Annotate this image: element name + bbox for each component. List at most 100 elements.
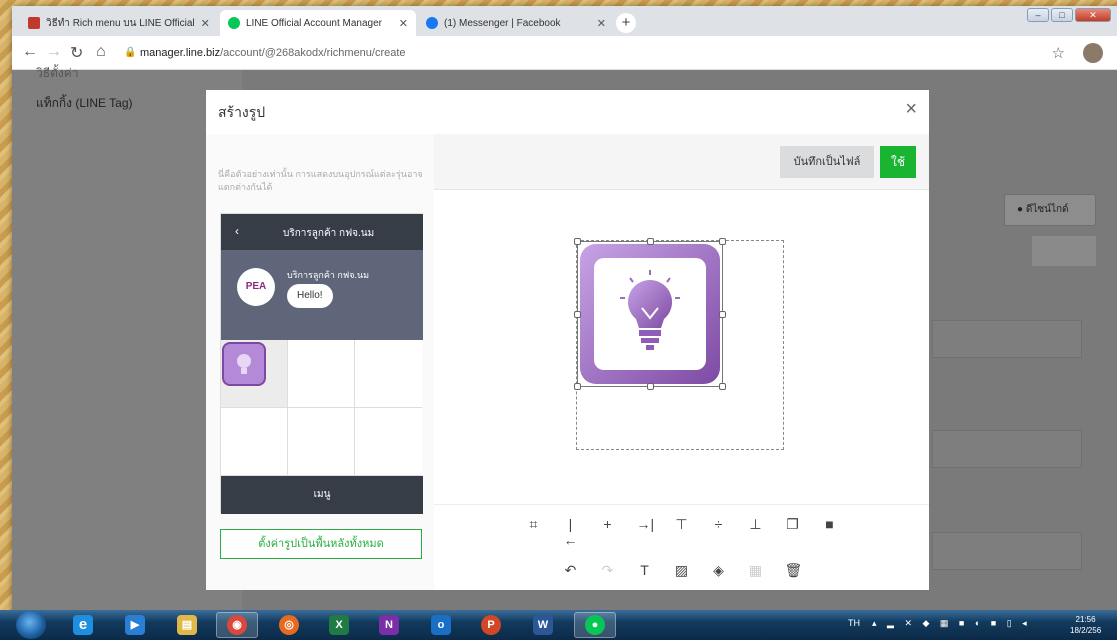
outlook-icon[interactable]: o — [420, 612, 462, 638]
page-dropdown[interactable] — [932, 430, 1082, 468]
bring-forward-icon[interactable]: ❐ — [785, 516, 801, 548]
avatar[interactable] — [1083, 43, 1103, 63]
resize-handle[interactable] — [574, 383, 581, 390]
grid-cell[interactable] — [288, 408, 355, 476]
sidebar-item-settings[interactable]: วิธีตั้งค่า — [36, 64, 78, 83]
start-button[interactable] — [16, 611, 46, 639]
line-app-icon[interactable]: ● — [574, 612, 616, 638]
forward-arrow-icon[interactable]: → — [46, 43, 62, 61]
clock[interactable]: 21:56 18/2/256 — [1070, 614, 1101, 636]
chat-bubble: Hello! — [287, 284, 333, 308]
resize-handle[interactable] — [574, 238, 581, 245]
close-icon[interactable]: ✕ — [597, 17, 606, 30]
system-tray-icons[interactable]: ▴ ▂ ✕ ◆ ▦ ■ ◐ ■ ▯ ◂ — [872, 618, 1031, 629]
minimize-button[interactable]: – — [1027, 8, 1049, 22]
align-top-icon[interactable]: ⊤ — [674, 516, 690, 548]
resize-handle[interactable] — [647, 383, 654, 390]
align-toolbar: ⌗ |← + →| ⊤ ÷ ⊥ ❐ ■ — [434, 516, 929, 548]
resize-handle[interactable] — [719, 383, 726, 390]
powerpoint-icon[interactable]: P — [470, 612, 512, 638]
image-icon[interactable]: ▨ — [674, 562, 690, 579]
firefox-icon[interactable]: ◎ — [268, 612, 310, 638]
lightbulb-thumbnail-icon — [222, 342, 266, 386]
url-host: manager.line.biz — [140, 47, 221, 59]
sidebar-item-line-tag[interactable]: แท็กกิ้ง (LINE Tag) — [36, 94, 133, 113]
modal-title: สร้างรูป — [218, 104, 266, 120]
chevron-left-icon: ‹ — [235, 224, 239, 238]
tab-bar: วิธีทำ Rich menu บน LINE Official ✕ LINE… — [12, 6, 1117, 36]
undo-icon[interactable]: ↶ — [563, 562, 579, 579]
close-icon[interactable]: ✕ — [201, 17, 210, 30]
editor-canvas[interactable] — [574, 238, 784, 450]
line-shield-icon — [228, 17, 240, 29]
onenote-icon[interactable]: N — [368, 612, 410, 638]
word-icon[interactable]: W — [522, 612, 564, 638]
clock-time: 21:56 — [1075, 615, 1096, 624]
new-tab-button[interactable]: + — [616, 13, 636, 33]
page-favicon-icon — [28, 17, 40, 29]
window-controls: – □ ✕ — [1027, 8, 1111, 22]
tab-messenger[interactable]: (1) Messenger | Facebook ✕ — [418, 10, 614, 36]
phone-menu-bar[interactable]: เมนู — [221, 476, 423, 514]
image-selection[interactable] — [574, 238, 726, 390]
language-indicator[interactable]: TH — [848, 618, 860, 628]
close-window-button[interactable]: ✕ — [1075, 8, 1111, 22]
align-right-icon[interactable]: →| — [637, 516, 655, 548]
tab-richmenu-guide[interactable]: วิธีทำ Rich menu บน LINE Official ✕ — [20, 10, 216, 36]
tab-line-oa-manager[interactable]: LINE Official Account Manager ✕ — [220, 10, 416, 36]
ie-icon[interactable]: e — [62, 612, 104, 638]
bookmark-star-icon[interactable]: ☆ — [1052, 44, 1065, 62]
taskbar: e ▶ ▤ ◉ ◎ X N o P W ● TH ▴ ▂ ✕ ◆ ▦ ■ ◐ ■… — [0, 610, 1117, 640]
lock-icon: 🔒 — [124, 47, 137, 58]
align-middle-vertical-icon[interactable]: ÷ — [711, 516, 727, 548]
home-icon[interactable]: ⌂ — [96, 43, 106, 61]
redo-icon[interactable]: ↷ — [600, 562, 616, 579]
apply-button[interactable]: ใช้ — [880, 146, 916, 178]
fill-bucket-icon[interactable]: ◈ — [711, 562, 727, 579]
send-backward-icon[interactable]: ■ — [822, 516, 838, 548]
create-image-modal: สร้างรูป × นี่คือตัวอย่างเท่านั้น การแสด… — [206, 90, 929, 590]
rich-menu-grid — [221, 340, 423, 476]
design-guide-button[interactable]: ● ดีไซน์ไกด์ — [1004, 194, 1096, 226]
lightbulb-image-icon — [580, 244, 720, 384]
align-left-icon[interactable]: |← — [563, 516, 579, 548]
set-background-button[interactable]: ตั้งค่ารูปเป็นพื้นหลังทั้งหมด — [220, 529, 422, 559]
align-bottom-icon[interactable]: ⊥ — [748, 516, 764, 548]
url-path: /account/@268akodx/richmenu/create — [220, 47, 406, 59]
grid-cell[interactable] — [355, 408, 422, 476]
grid-icon[interactable]: ▦ — [748, 562, 764, 579]
tab-label: วิธีทำ Rich menu บน LINE Official — [46, 17, 195, 29]
editor-pane: บันทึกเป็นไฟล์ ใช้ ⌗ |← + →| ⊤ ÷ ⊥ ❐ ■ ↶… — [434, 134, 929, 590]
phone-preview: ‹ บริการลูกค้า กฟจ.นม PEA บริการลูกค้า ก… — [220, 213, 423, 514]
save-as-file-button[interactable]: บันทึกเป็นไฟล์ — [780, 146, 874, 178]
crop-icon[interactable]: ⌗ — [526, 516, 542, 548]
file-explorer-icon[interactable]: ▤ — [166, 612, 208, 638]
text-icon[interactable]: T — [637, 562, 653, 579]
back-arrow-icon[interactable]: ← — [22, 43, 38, 61]
excel-icon[interactable]: X — [318, 612, 360, 638]
grid-cell-selected[interactable] — [221, 340, 288, 408]
resize-handle[interactable] — [647, 238, 654, 245]
grid-cell[interactable] — [355, 340, 422, 408]
reload-icon[interactable]: ↻ — [70, 43, 83, 63]
media-player-icon[interactable]: ▶ — [114, 612, 156, 638]
view-toggle[interactable] — [1032, 236, 1096, 266]
url-field[interactable]: manager.line.biz/account/@268akodx/richm… — [140, 43, 406, 63]
page-dropdown[interactable] — [932, 532, 1082, 570]
align-center-horizontal-icon[interactable]: + — [600, 516, 616, 548]
close-icon[interactable]: ✕ — [399, 17, 408, 30]
preview-pane: นี่คือตัวอย่างเท่านั้น การแสดงบนอุปกรณ์แ… — [206, 134, 434, 590]
facebook-icon — [426, 17, 438, 29]
chrome-icon[interactable]: ◉ — [216, 612, 258, 638]
grid-cell[interactable] — [288, 340, 355, 408]
resize-handle[interactable] — [574, 311, 581, 318]
grid-cell[interactable] — [221, 408, 288, 476]
chat-sender-name: บริการลูกค้า กฟจ.นม — [287, 270, 370, 280]
resize-handle[interactable] — [719, 238, 726, 245]
close-icon[interactable]: × — [905, 98, 917, 121]
avatar: PEA — [237, 268, 275, 306]
trash-icon[interactable]: 🗑 — [785, 562, 803, 579]
resize-handle[interactable] — [719, 311, 726, 318]
page-dropdown[interactable] — [932, 320, 1082, 358]
maximize-button[interactable]: □ — [1051, 8, 1073, 22]
